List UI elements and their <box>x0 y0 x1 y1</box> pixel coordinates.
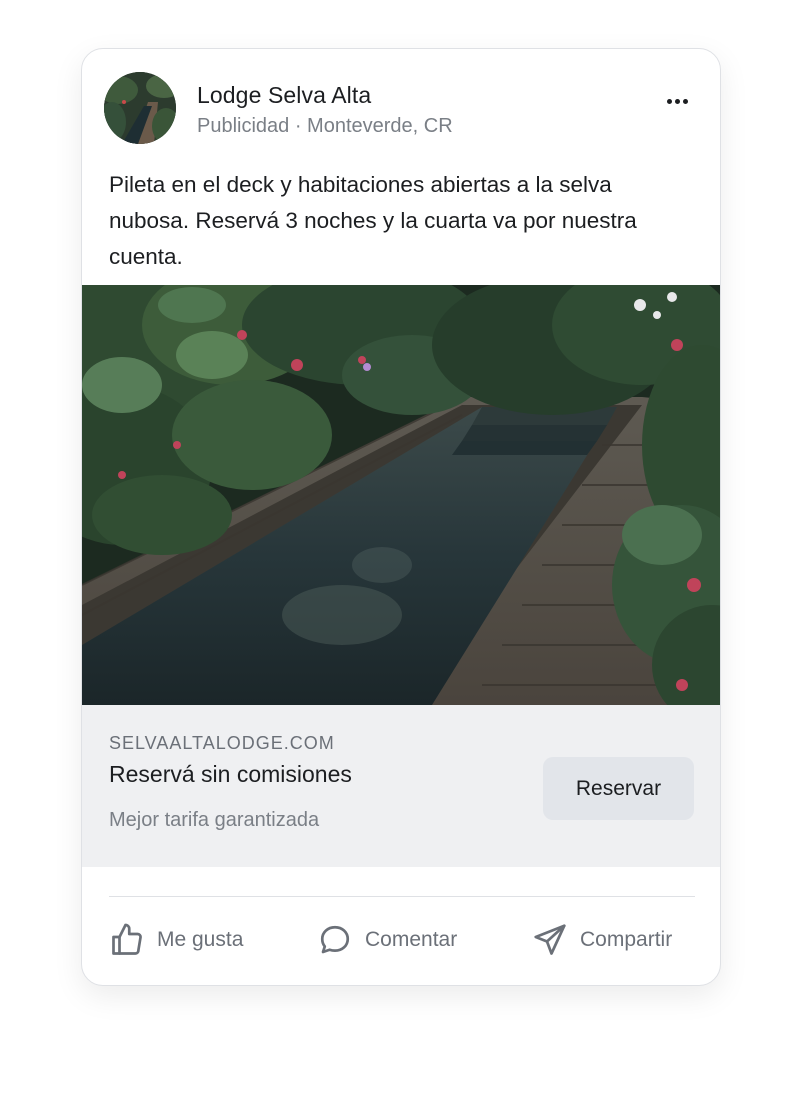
more-dot <box>682 98 688 104</box>
ad-post-card: Lodge Selva Alta Publicidad · Monteverde… <box>81 48 721 986</box>
post-meta: Publicidad · Monteverde, CR <box>197 115 453 137</box>
action-bar: Me gusta Comentar Compartir <box>82 915 720 965</box>
share-label: Compartir <box>580 928 673 951</box>
post-header: Lodge Selva Alta Publicidad · Monteverde… <box>82 49 720 159</box>
link-headline[interactable]: Reservá sin comisiones <box>109 761 352 788</box>
thumbs-up-icon <box>112 923 142 955</box>
reserve-button[interactable]: Reservar <box>543 757 694 820</box>
like-label: Me gusta <box>157 928 244 951</box>
page-name[interactable]: Lodge Selva Alta <box>197 82 371 109</box>
send-icon <box>534 924 566 955</box>
avatar[interactable] <box>104 72 176 144</box>
post-image[interactable] <box>82 285 720 705</box>
more-dot <box>666 98 672 104</box>
link-preview[interactable]: SELVAALTALODGE.COM Reservá sin comisione… <box>82 705 720 867</box>
link-domain: SELVAALTALODGE.COM <box>109 733 335 753</box>
comment-button[interactable]: Comentar <box>317 915 457 965</box>
more-dot <box>674 98 680 104</box>
share-button[interactable]: Compartir <box>532 915 672 965</box>
divider <box>109 896 695 897</box>
like-button[interactable]: Me gusta <box>109 915 243 965</box>
comment-bubble-icon <box>320 925 350 954</box>
more-horizontal-icon[interactable] <box>662 91 692 111</box>
post-caption: Pileta en el deck y habitaciones abierta… <box>109 172 637 269</box>
link-subline: Mejor tarifa garantizada <box>109 809 320 831</box>
comment-label: Comentar <box>365 928 458 951</box>
